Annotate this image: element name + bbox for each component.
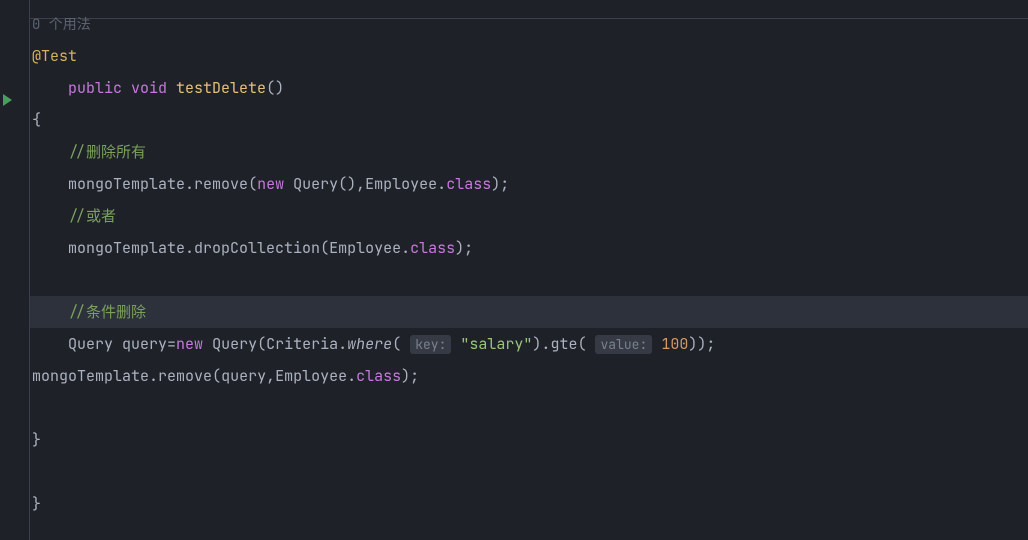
drop-collection-line: mongoTemplate.dropCollection(Employee.cl… — [30, 232, 1028, 264]
method-signature-line: public void testDelete() — [30, 72, 1028, 104]
usages-hint: 0 个用法 — [32, 16, 91, 34]
remove-all-line: mongoTemplate.remove(new Query(),Employe… — [30, 168, 1028, 200]
param-hint-value: value: — [595, 335, 652, 354]
method-parens: () — [266, 78, 284, 98]
comment-conditional-line: //条件删除 — [30, 296, 1028, 328]
close-brace-2: } — [32, 494, 41, 514]
code-editor[interactable]: 0 个用法 @Test public void testDelete() { /… — [30, 0, 1028, 520]
comment-delete-all: //删除所有 — [68, 142, 146, 162]
comment-or-line: //或者 — [30, 200, 1028, 232]
close-brace-line: } — [30, 424, 1028, 456]
query-criteria-line: Query query=new Query(Criteria.where( ke… — [30, 328, 1028, 360]
method-name: testDelete — [176, 78, 266, 98]
blank-line-2 — [30, 392, 1028, 424]
comment-or: //或者 — [68, 206, 116, 226]
close-brace-line-2: } — [30, 488, 1028, 520]
open-brace-line: { — [30, 104, 1028, 136]
blank-line-3 — [30, 456, 1028, 488]
usages-hint-line: 0 个用法 — [30, 8, 1028, 40]
remove-query-line: mongoTemplate.remove(query,Employee.clas… — [30, 360, 1028, 392]
test-annotation: @Test — [32, 46, 77, 66]
blank-line — [30, 264, 1028, 296]
close-brace: } — [32, 430, 41, 450]
annotation-line: @Test — [30, 40, 1028, 72]
param-hint-key: key: — [410, 335, 451, 354]
run-test-icon[interactable] — [3, 94, 12, 106]
open-brace: { — [32, 110, 41, 130]
comment-delete-all-line: //删除所有 — [30, 136, 1028, 168]
modifiers: public void — [68, 78, 167, 98]
editor-gutter — [0, 0, 30, 540]
comment-conditional: //条件删除 — [68, 302, 146, 322]
